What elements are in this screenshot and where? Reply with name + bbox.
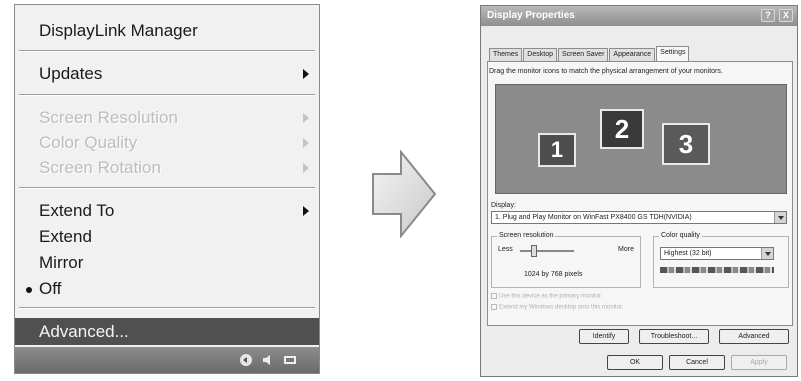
tab-row: Themes Desktop Screen Saver Appearance S… [489,46,690,61]
tab-appearance[interactable]: Appearance [609,48,656,61]
menu-item-label: Color Quality [39,133,138,152]
display-dropdown[interactable]: 1. Plug and Play Monitor on WinFast PX84… [491,211,787,224]
menu-separator [19,50,315,52]
extend-desktop-label: Extend my Windows desktop onto this moni… [499,304,624,311]
displaylink-tray-icon[interactable] [283,353,297,367]
screen-resolution-group: Screen resolution Less More 1024 by 768 … [491,232,641,288]
help-button[interactable]: ? [761,9,775,22]
menu-item-updates[interactable]: Updates [15,60,319,88]
selected-bullet-icon [26,287,32,293]
menu-item-label: Off [39,279,62,298]
monitor-number: 3 [678,128,694,159]
color-quality-dropdown[interactable]: Highest (32 bit) [660,247,774,260]
menu-item-extend[interactable]: Extend [15,223,319,251]
submenu-arrow-icon [303,69,309,79]
primary-monitor-checkbox-row: Use this device as the primary monitor. [491,293,602,300]
color-quality-group: Color quality Highest (32 bit) [653,232,789,288]
ok-button[interactable]: OK [607,355,663,370]
menu-item-label: Mirror [39,253,84,272]
color-quality-label: Color quality [659,232,702,239]
monitor-number: 2 [614,113,630,144]
tab-settings[interactable]: Settings [656,46,690,61]
menu-item-advanced[interactable]: Advanced... [15,318,319,345]
chevron-down-icon[interactable] [774,212,786,223]
monitor-number: 1 [550,137,564,162]
primary-monitor-label: Use this device as the primary monitor. [499,293,603,300]
menu-separator [19,307,315,309]
menu-separator [19,94,315,96]
tab-desktop[interactable]: Desktop [523,48,557,61]
more-label: More [618,246,634,253]
color-quality-value: Highest (32 bit) [664,250,712,257]
close-button[interactable]: X [779,9,793,22]
tray-arrow-icon[interactable] [239,353,253,367]
menu-item-extend-to[interactable]: Extend To [15,197,319,225]
resolution-slider-thumb[interactable] [530,245,537,257]
extend-desktop-checkbox-row: Extend my Windows desktop onto this moni… [491,304,623,311]
display-properties-dialog: Display Properties ? X Themes Desktop Sc… [480,5,798,377]
identify-button[interactable]: Identify [579,329,629,344]
menu-item-label: Extend [39,227,92,246]
chevron-down-icon[interactable] [761,248,773,259]
extend-desktop-checkbox [491,304,497,310]
apply-button: Apply [731,355,787,370]
submenu-arrow-icon [303,206,309,216]
color-quality-preview-bar [660,267,774,273]
cancel-button[interactable]: Cancel [669,355,725,370]
monitor-arrangement-area: 1 2 3 [495,84,787,194]
taskbar [15,347,319,373]
monitor-3[interactable]: 3 [662,123,710,165]
menu-item-label: Screen Rotation [39,158,161,177]
menu-item-label: DisplayLink Manager [39,21,198,40]
monitor-2[interactable]: 2 [600,109,644,149]
menu-item-label: Updates [39,64,103,83]
menu-item-mirror[interactable]: Mirror [15,249,319,277]
display-label: Display: [491,202,516,209]
menu-separator [19,187,315,189]
submenu-arrow-icon [303,138,309,148]
instructions-text: Drag the monitor icons to match the phys… [489,68,723,75]
troubleshoot-button[interactable]: Troubleshoot... [639,329,709,344]
menu-item-label: Advanced... [39,321,129,341]
tab-screen-saver[interactable]: Screen Saver [557,48,609,61]
display-dropdown-value: 1. Plug and Play Monitor on WinFast PX84… [495,214,692,221]
submenu-arrow-icon [303,163,309,173]
menu-item-label: Screen Resolution [39,108,178,127]
monitor-1[interactable]: 1 [538,133,576,167]
advanced-button[interactable]: Advanced [719,329,789,344]
menu-item-screen-resolution: Screen Resolution [15,104,319,132]
menu-item-label: Extend To [39,201,115,220]
title-bar[interactable]: Display Properties ? X [481,6,797,26]
tab-themes[interactable]: Themes [489,48,523,61]
primary-monitor-checkbox [491,293,497,299]
menu-item-displaylink-manager[interactable]: DisplayLink Manager [15,17,319,45]
resolution-slider-track[interactable] [520,250,574,252]
less-label: Less [498,246,513,253]
menu-item-off[interactable]: Off [15,275,319,303]
menu-item-screen-rotation: Screen Rotation [15,154,319,182]
submenu-arrow-icon [303,113,309,123]
displaylink-context-menu: DisplayLink Manager Updates Screen Resol… [14,4,320,374]
menu-item-color-quality: Color Quality [15,129,319,157]
dialog-title: Display Properties [487,10,575,21]
resolution-value: 1024 by 768 pixels [524,271,583,278]
right-arrow-icon [372,150,437,238]
screen-resolution-label: Screen resolution [497,232,556,239]
speaker-icon[interactable] [261,353,275,367]
